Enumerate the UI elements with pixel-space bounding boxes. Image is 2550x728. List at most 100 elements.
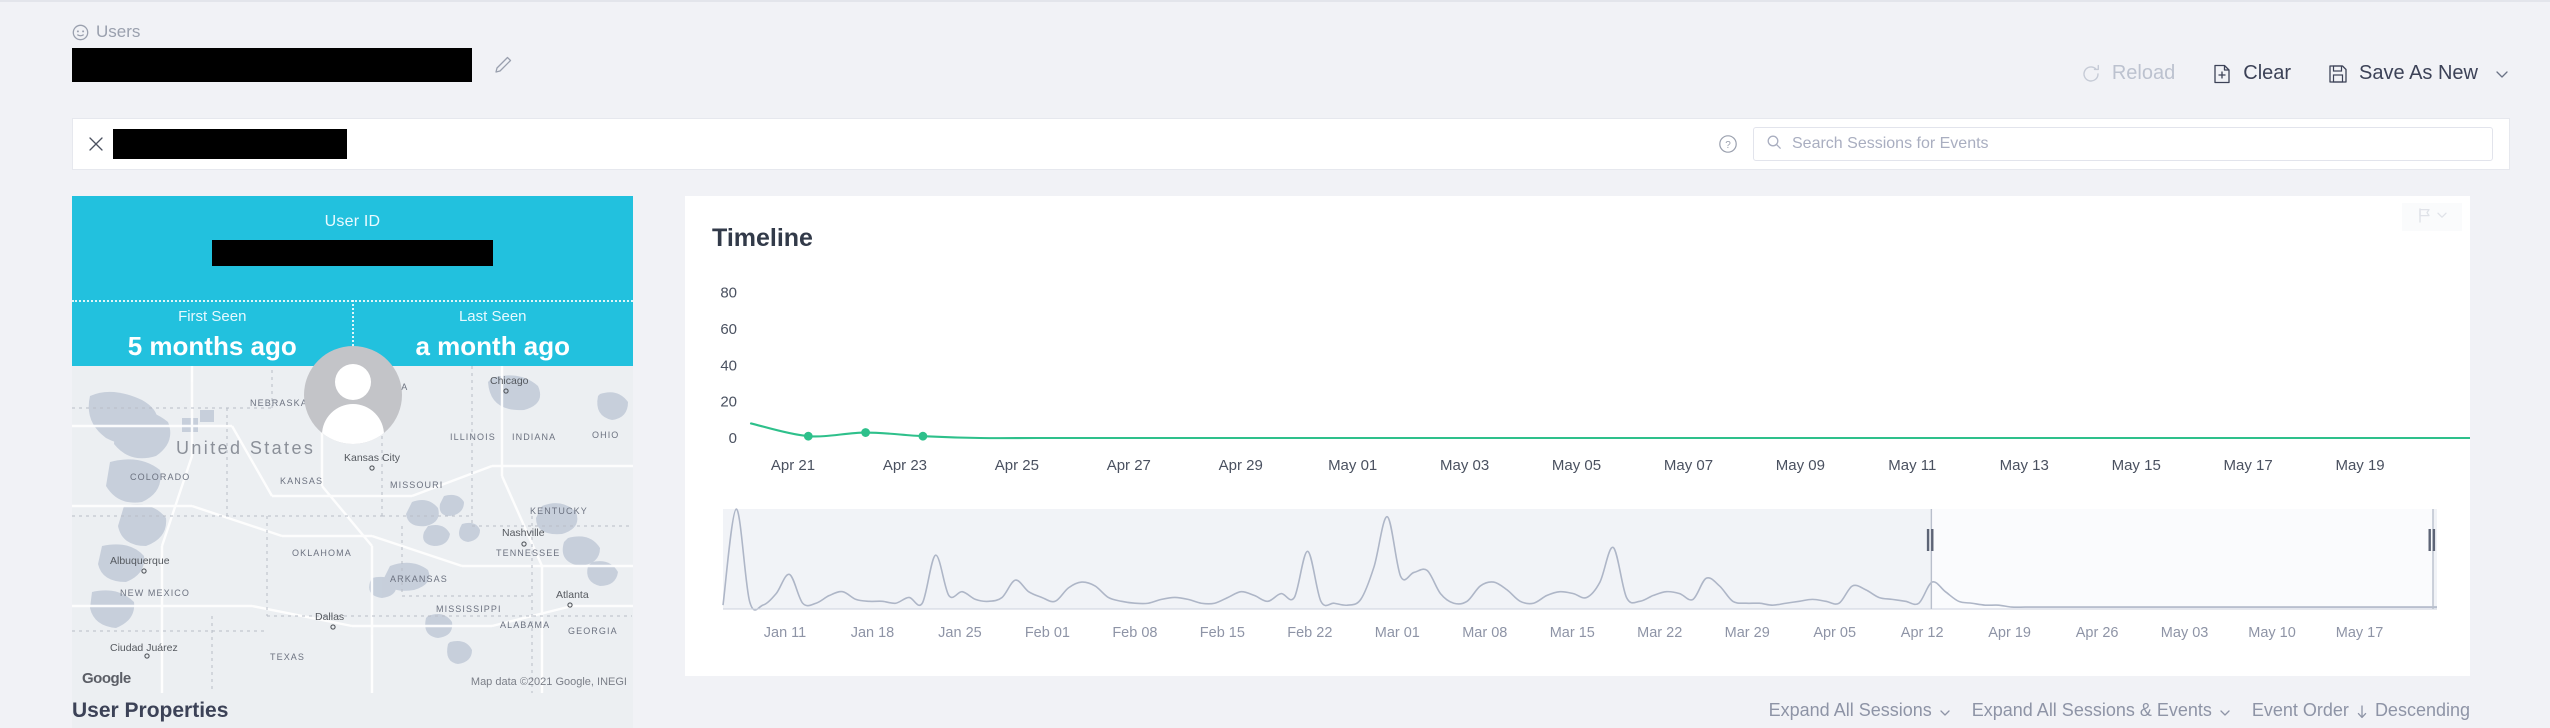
svg-text:Kansas City: Kansas City [344,452,401,464]
event-order-label: Event Order [2251,700,2349,720]
search-icon [1766,134,1782,155]
clear-button[interactable]: Clear [2211,62,2291,85]
last-seen-value: a month ago [415,331,571,361]
svg-text:TEXAS: TEXAS [270,652,305,662]
page-title-redacted [72,48,472,82]
session-controls: Expand All Sessions Expand All Sessions … [1769,700,2470,721]
svg-text:Mar 22: Mar 22 [1637,625,1682,641]
svg-text:Mar 08: Mar 08 [1462,625,1507,641]
filter-chip-redacted[interactable] [113,129,347,159]
svg-text:Chicago: Chicago [490,375,529,387]
expand-all-sessions-button[interactable]: Expand All Sessions [1769,700,1952,721]
svg-text:60: 60 [720,321,737,338]
filter-bar: ? [72,118,2510,170]
svg-text:May 17: May 17 [2224,457,2273,474]
search-sessions-field[interactable] [1753,127,2493,161]
google-logo: Google [82,670,131,687]
svg-text:May 05: May 05 [1552,457,1601,474]
map-attribution: Map data ©2021 Google, INEGI [470,676,627,688]
svg-text:Apr 29: Apr 29 [1219,457,1263,474]
chevron-down-icon [1938,704,1952,718]
svg-text:Mar 29: Mar 29 [1725,625,1770,641]
event-order-value: Descending [2374,700,2470,720]
timeline-panel: Timeline 0 20 40 60 80 Apr 21 Apr 23 Apr 25 Apr … [685,196,2472,676]
avatar-head [334,364,371,400]
svg-text:KENTUCKY: KENTUCKY [530,506,588,516]
last-seen-label: Last Seen [458,308,527,325]
chevron-down-icon[interactable] [2435,208,2449,227]
svg-text:ILLINOIS: ILLINOIS [450,432,496,442]
timeline-main-chart[interactable]: 0 20 40 60 80 Apr 21 Apr 23 Apr 25 Apr 27 Apr 29 M… [685,268,2472,508]
svg-text:80: 80 [720,285,737,302]
close-icon[interactable] [85,133,107,155]
svg-text:KANSAS: KANSAS [280,476,323,486]
svg-text:Mar 01: Mar 01 [1375,625,1420,641]
user-properties-section: User Properties [72,693,633,728]
svg-text:OHIO: OHIO [592,430,619,440]
svg-text:May 15: May 15 [2112,457,2161,474]
reload-label: Reload [2111,62,2176,84]
arrow-down-icon [2355,704,2369,718]
svg-text:TENNESSEE: TENNESSEE [496,548,560,558]
page-title-row [72,48,516,82]
svg-text:INDIANA: INDIANA [512,432,556,442]
svg-text:May 03: May 03 [1440,457,1489,474]
reload-button[interactable]: Reload [2080,62,2175,85]
save-as-new-button[interactable]: Save As New [2327,62,2510,85]
svg-text:COLORADO: COLORADO [130,472,190,482]
right-background-gap [2470,196,2550,728]
svg-text:Apr 12: Apr 12 [1901,625,1944,641]
svg-text:Apr 23: Apr 23 [883,457,927,474]
user-circle-icon [72,24,89,41]
svg-text:GEORGIA: GEORGIA [568,626,618,636]
flag-icon [2416,207,2432,228]
pencil-icon[interactable] [492,53,516,77]
svg-text:Apr 19: Apr 19 [1988,625,2031,641]
expand-all-sessions-events-label: Expand All Sessions & Events [1971,700,2212,720]
svg-text:May 01: May 01 [1328,457,1377,474]
expand-all-sessions-label: Expand All Sessions [1768,700,1932,720]
svg-text:OKLAHOMA: OKLAHOMA [292,548,352,558]
breadcrumb-label: Users [96,22,141,41]
svg-text:May 07: May 07 [1664,457,1713,474]
timeline-title: Timeline [712,224,813,252]
expand-all-sessions-events-button[interactable]: Expand All Sessions & Events [1972,700,2232,721]
chevron-down-icon [2218,704,2232,718]
svg-text:0: 0 [729,430,737,447]
svg-text:NEW MEXICO: NEW MEXICO [120,588,190,598]
svg-text:40: 40 [720,357,737,374]
first-seen-label: First Seen [178,308,247,325]
svg-text:May 17: May 17 [2336,625,2384,641]
svg-text:Apr 25: Apr 25 [995,457,1039,474]
svg-text:MISSISSIPPI: MISSISSIPPI [436,604,502,614]
svg-text:Feb 01: Feb 01 [1025,625,1070,641]
timeline-flag-menu[interactable] [2402,203,2462,231]
timeline-brush-chart[interactable]: Jan 11 Jan 18 Jan 25 Feb 01 Feb 08 Feb 15 Feb … [685,501,2470,676]
svg-text:May 11: May 11 [1888,457,1936,474]
user-summary-panel: User ID First Seen 5 months ago Last See… [72,196,633,728]
toolbar-actions: Reload Clear Save As New [2080,62,2510,85]
svg-text:ARKANSAS: ARKANSAS [390,574,448,584]
event-order-button[interactable]: Event Order Descending [2252,700,2470,721]
avatar [303,346,402,444]
svg-text:Apr 26: Apr 26 [2076,625,2119,641]
svg-text:NEBRASKA: NEBRASKA [250,398,308,408]
svg-text:Apr 27: Apr 27 [1107,457,1151,474]
svg-text:20: 20 [720,394,737,411]
svg-text:MISSOURI: MISSOURI [390,480,443,490]
search-input[interactable] [1792,135,2480,153]
svg-text:Jan 18: Jan 18 [851,625,895,641]
users-detail-page: Users Reload Clear Save As New ? Search … [0,0,2550,728]
top-divider [0,0,2550,2]
svg-text:May 19: May 19 [2335,457,2384,474]
svg-text:Dallas: Dallas [315,611,344,623]
user-id-label: User ID [324,213,381,230]
question-circle-icon[interactable]: ? [1717,133,1739,155]
chevron-down-icon[interactable] [2494,66,2510,82]
save-icon [2329,64,2347,83]
svg-text:May 09: May 09 [1776,457,1825,474]
svg-text:Jan 11: Jan 11 [764,625,806,641]
breadcrumb[interactable]: Users [72,22,140,42]
svg-text:May 13: May 13 [2000,457,2049,474]
svg-text:Mar 15: Mar 15 [1550,625,1595,641]
